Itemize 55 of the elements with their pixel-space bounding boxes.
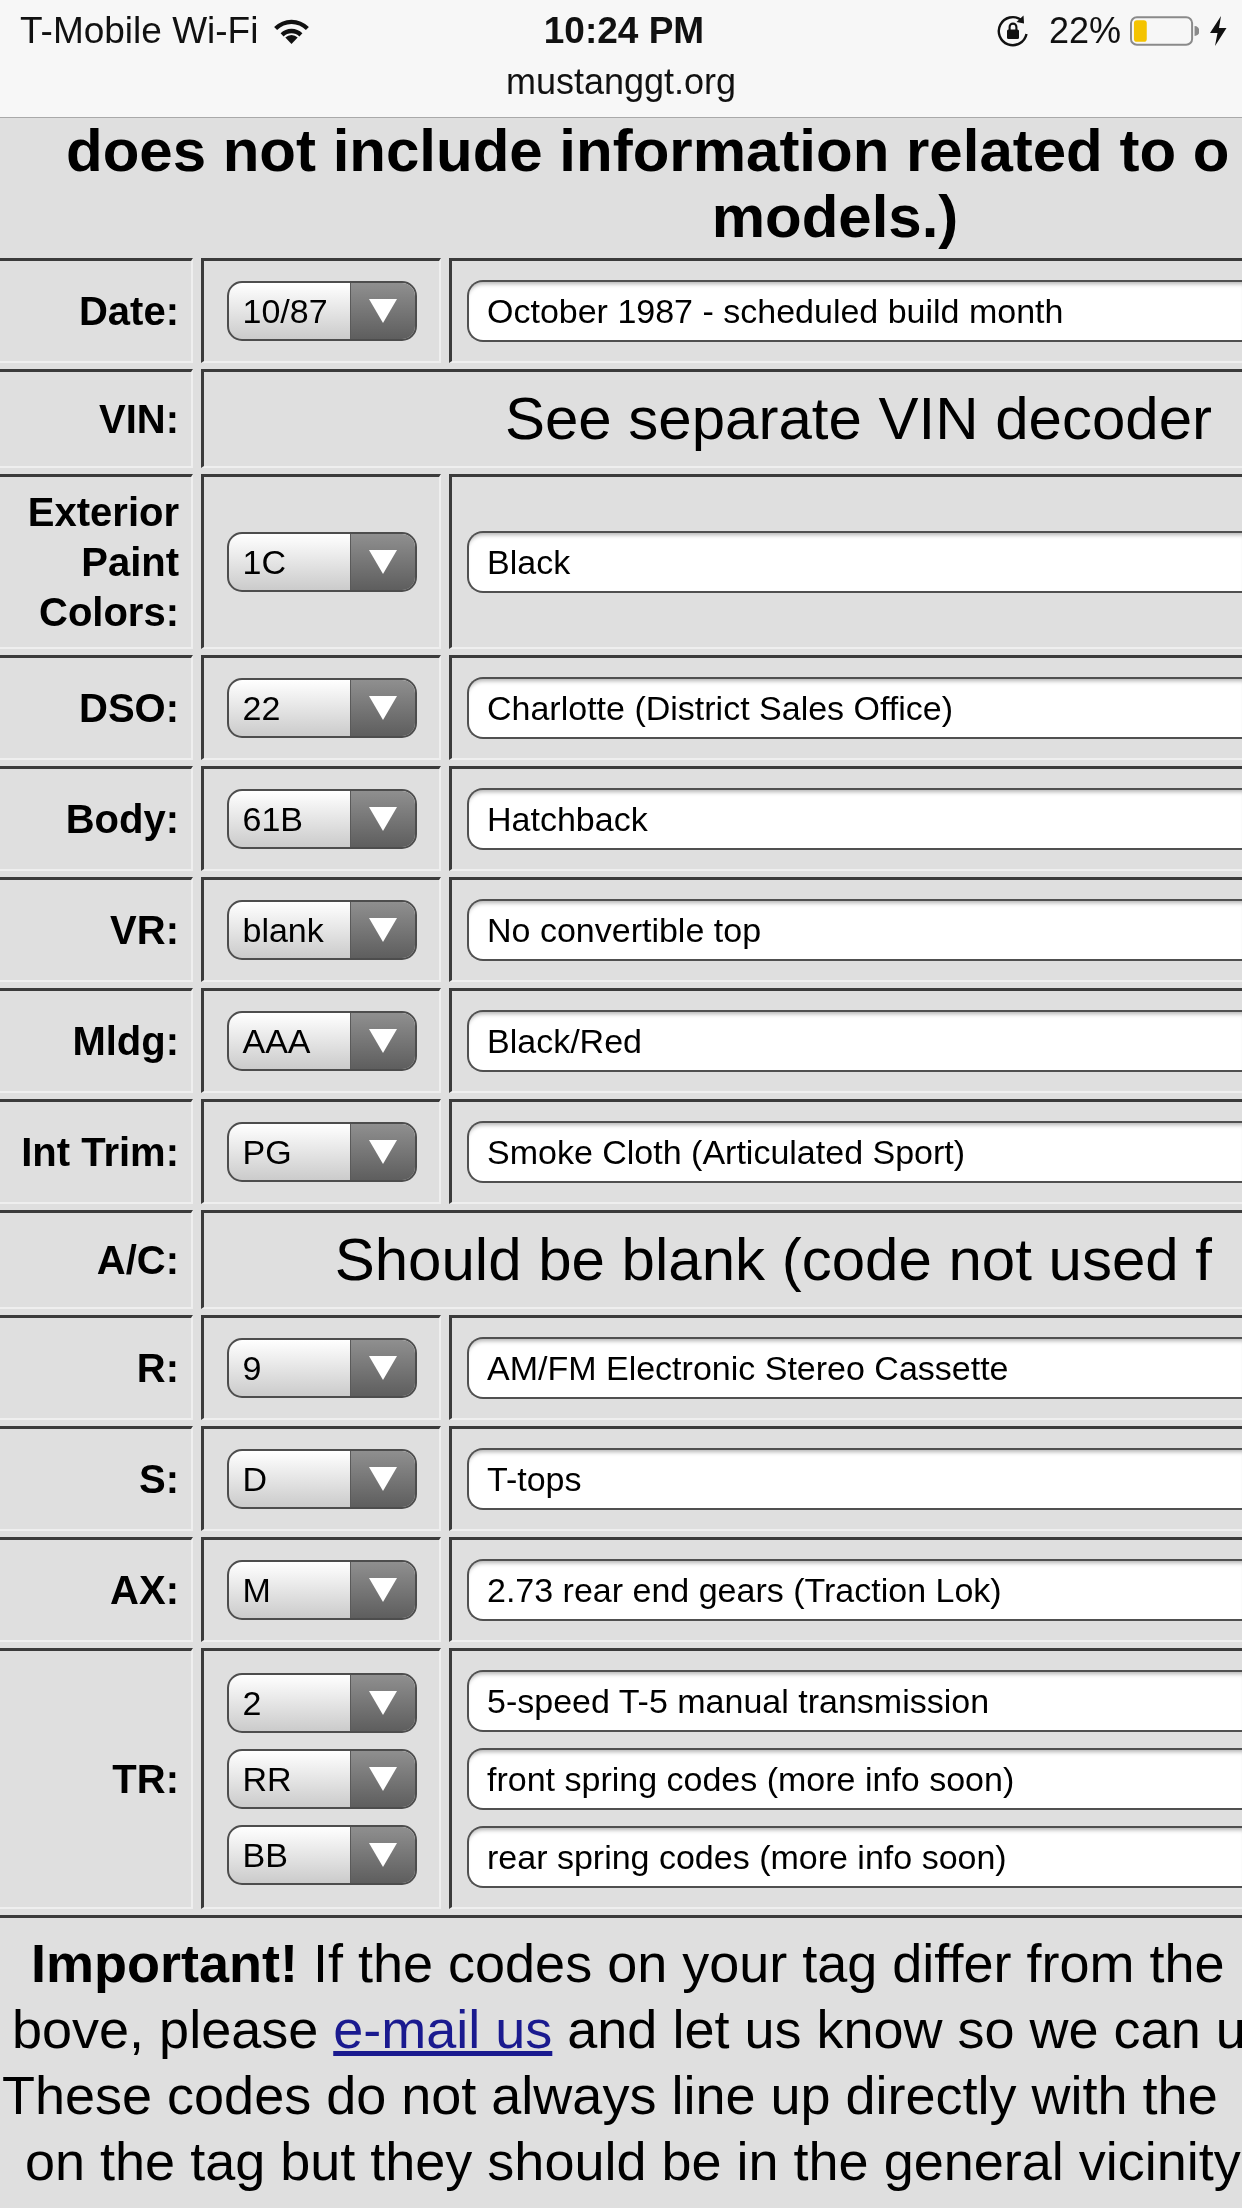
code-dropdown[interactable]: blank <box>226 900 417 960</box>
code-dropdown[interactable]: M <box>226 1560 417 1620</box>
email-link[interactable]: e-mail us <box>333 1999 553 2059</box>
description-field[interactable]: rear spring codes (more info soon) <box>467 1826 1242 1888</box>
notice-text: These codes do not always line up directly with the <box>2 2065 1218 2125</box>
code-dropdown[interactable]: D <box>226 1449 417 1509</box>
description-field[interactable]: Hatchback <box>467 788 1242 850</box>
row-label: R: <box>136 1345 179 1392</box>
row-label: TR: <box>112 1756 179 1803</box>
notice-text: bove, please e-mail us and let us know so we can u <box>12 1999 1242 2059</box>
description-field[interactable]: T-tops <box>467 1448 1242 1510</box>
row-label: Exterior Paint Colors: <box>26 489 179 636</box>
code-dropdown[interactable]: 22 <box>226 678 417 738</box>
notice-text: on the tag but they should be in the general vicinity <box>25 2131 1241 2191</box>
clock-time: 10:24 PM <box>543 10 705 52</box>
note-text: Should be blank (code not used f <box>334 1225 1212 1295</box>
battery-icon <box>1130 16 1199 46</box>
description-field[interactable]: AM/FM Electronic Stereo Cassette <box>467 1337 1242 1399</box>
intro-text: models.) <box>711 183 959 250</box>
row-label: Body: <box>65 796 179 843</box>
page-url[interactable]: mustanggt.org <box>505 62 737 102</box>
row-label: S: <box>139 1456 179 1503</box>
row-label: Mldg: <box>72 1018 179 1065</box>
description-field[interactable]: Smoke Cloth (Articulated Sport) <box>467 1121 1242 1183</box>
code-dropdown[interactable]: 9 <box>226 1338 417 1398</box>
row-label: AX: <box>110 1567 179 1614</box>
code-dropdown[interactable]: PG <box>226 1122 417 1182</box>
code-dropdown[interactable]: 61B <box>226 789 417 849</box>
row-label: Date: <box>78 288 179 335</box>
note-text: See separate VIN decoder <box>504 384 1212 454</box>
notice-text: Important! If the codes on your tag differ from the <box>31 1933 1225 1993</box>
charging-bolt-icon <box>1208 16 1228 46</box>
description-field[interactable]: October 1987 - scheduled build month <box>467 280 1242 342</box>
row-label: Int Trim: <box>21 1129 179 1176</box>
description-field[interactable]: 2.73 rear end gears (Traction Lok) <box>467 1559 1242 1621</box>
description-field[interactable]: front spring codes (more info soon) <box>467 1748 1242 1810</box>
carrier-name: T-Mobile Wi-Fi <box>20 10 259 52</box>
code-dropdown[interactable]: AAA <box>226 1011 417 1071</box>
code-dropdown[interactable]: RR <box>226 1749 417 1809</box>
row-label: A/C: <box>96 1237 179 1284</box>
row-label: VIN: <box>99 396 179 443</box>
code-dropdown[interactable]: 1C <box>226 532 417 592</box>
row-label: DSO: <box>79 685 179 732</box>
code-dropdown[interactable]: BB <box>226 1825 417 1885</box>
description-field[interactable]: 5-speed T-5 manual transmission <box>467 1670 1242 1732</box>
code-dropdown[interactable]: 2 <box>226 1673 417 1733</box>
battery-percent: 22% <box>1048 10 1121 52</box>
description-field[interactable]: No convertible top <box>467 899 1242 961</box>
code-dropdown[interactable]: 10/87 <box>226 281 417 341</box>
description-field[interactable]: Black/Red <box>467 1010 1242 1072</box>
description-field[interactable]: Charlotte (District Sales Office) <box>467 677 1242 739</box>
orientation-lock-icon <box>995 14 1030 48</box>
intro-text: does not include information related to o <box>66 117 1230 184</box>
description-field[interactable]: Black <box>467 531 1242 593</box>
row-label: VR: <box>110 907 179 954</box>
